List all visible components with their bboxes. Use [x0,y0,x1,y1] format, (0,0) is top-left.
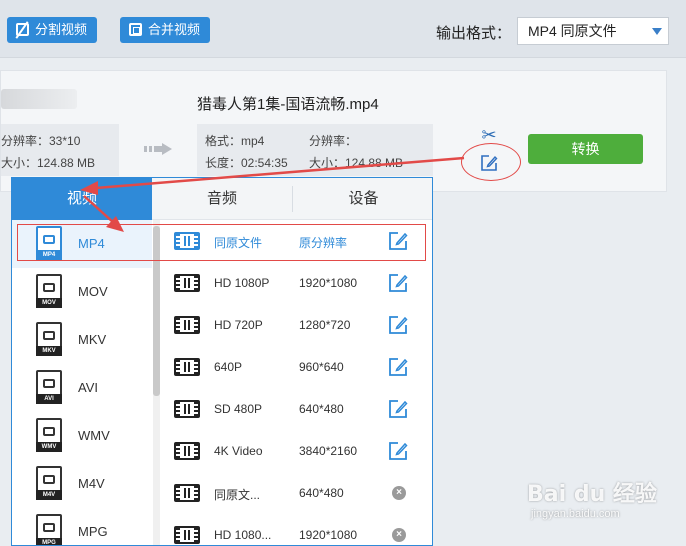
format-name: M4V [78,476,105,491]
preset-row[interactable]: HD 1080... 1920*1080 × [162,514,432,545]
format-item-mov[interactable]: MOV MOV [12,268,152,316]
tab-audio[interactable]: 音频 [152,178,292,220]
chevron-down-icon [652,28,662,35]
annotation-highlight-box [17,224,426,261]
preset-row[interactable]: 640P 960*640 [162,346,432,388]
preset-row[interactable]: 同原文... 640*480 × [162,472,432,514]
tab-video[interactable]: 视频 [12,178,152,220]
preset-row[interactable]: HD 720P 1280*720 [162,304,432,346]
source-info: 分辨率：33*10 大小：124.88 MB [1,124,119,176]
preset-row[interactable]: 4K Video 3840*2160 [162,430,432,472]
preset-name: HD 1080... [214,528,272,542]
target-resolution: 分辨率： [309,134,358,148]
delete-icon[interactable]: × [392,528,406,542]
preset-row[interactable]: SD 480P 640*480 [162,388,432,430]
format-tabs: 视频 音频 设备 [12,178,432,220]
source-size: 大小：124.88 MB [1,156,96,170]
edit-icon[interactable] [388,357,408,377]
preset-resolution: 640*480 [299,486,344,500]
preset-list: 同原文件 原分辨率 HD 1080P 1920*1080 HD 720P 128… [162,220,432,545]
format-name: WMV [78,428,110,443]
format-list: MP4 MP4 MOV MOV MKV MKV AVI AVI WMV WMV … [12,220,154,545]
file-title: 猎毒人第1集-国语流畅.mp4 [197,96,379,113]
film-icon [174,484,200,502]
video-file-icon: M4V [36,466,62,500]
video-file-icon: MPG [36,514,62,545]
video-file-icon: MKV [36,322,62,356]
preset-resolution: 1920*1080 [299,528,358,542]
preset-resolution: 1920*1080 [299,276,358,290]
split-video-label: 分割视频 [35,22,88,37]
output-format-value: MP4 同原文件 [528,23,617,39]
preset-resolution: 3840*2160 [299,444,358,458]
video-file-icon: AVI [36,370,62,404]
target-duration: 长度：02:54:35 [205,156,288,170]
merge-video-button[interactable]: 合并视频 [120,17,211,43]
video-file-icon: WMV [36,418,62,452]
format-list-scrollbar[interactable] [153,220,160,545]
film-icon [174,316,200,334]
source-resolution: 分辨率：33*10 [1,134,81,148]
edit-icon[interactable] [388,273,408,293]
tab-device[interactable]: 设备 [293,178,432,220]
target-info: 格式：mp4 分辨率： 长度：02:54:35 大小：124.88 MB [197,124,433,176]
convert-arrow-icon [144,143,172,155]
format-item-wmv[interactable]: WMV WMV [12,412,152,460]
preset-name: HD 720P [214,318,263,332]
convert-button[interactable]: 转换 [528,134,643,164]
preset-name: SD 480P [214,402,263,416]
merge-icon [129,23,142,36]
format-item-mkv[interactable]: MKV MKV [12,316,152,364]
output-format-select[interactable]: MP4 同原文件 [517,17,669,45]
format-item-m4v[interactable]: M4V M4V [12,460,152,508]
format-item-mpg[interactable]: MPG MPG [12,508,152,545]
preset-name: 640P [214,360,243,374]
preset-name: HD 1080P [214,276,270,290]
video-file-icon: MOV [36,274,62,308]
preset-resolution: 640*480 [299,402,344,416]
format-name: MPG [78,524,108,539]
edit-icon[interactable] [388,315,408,335]
preset-name: 同原文... [214,488,261,502]
merge-video-label: 合并视频 [148,22,201,37]
split-video-button[interactable]: 分割视频 [7,17,98,43]
target-format: 格式：mp4 [205,134,265,148]
source-name-blurred [1,89,77,109]
preset-resolution: 1280*720 [299,318,351,332]
watermark-brand: Bai du 经验 [527,482,657,507]
edit-icon[interactable] [480,154,498,172]
top-toolbar: 分割视频 合并视频 输出格式： MP4 同原文件 [0,0,686,58]
preset-name: 4K Video [214,444,263,458]
format-name: AVI [78,380,98,395]
crop-icon [16,23,29,36]
format-name: MOV [78,284,108,299]
film-icon [174,400,200,418]
film-icon [174,526,200,544]
film-icon [174,358,200,376]
preset-resolution: 960*640 [299,360,344,374]
film-icon [174,442,200,460]
baidu-watermark: Bai du 经验 jingyan.baidu.com [527,476,677,526]
format-name: MKV [78,332,107,347]
delete-icon[interactable]: × [392,486,406,500]
preset-row[interactable]: HD 1080P 1920*1080 [162,262,432,304]
edit-icon[interactable] [388,441,408,461]
file-item: 分辨率：33*10 大小：124.88 MB 猎毒人第1集-国语流畅.mp4 格… [0,70,667,192]
output-format-label: 输出格式： [436,25,512,42]
format-item-avi[interactable]: AVI AVI [12,364,152,412]
watermark-url: jingyan.baidu.com [531,508,620,520]
edit-icon[interactable] [388,399,408,419]
target-size: 大小：124.88 MB [309,156,404,170]
film-icon [174,274,200,292]
